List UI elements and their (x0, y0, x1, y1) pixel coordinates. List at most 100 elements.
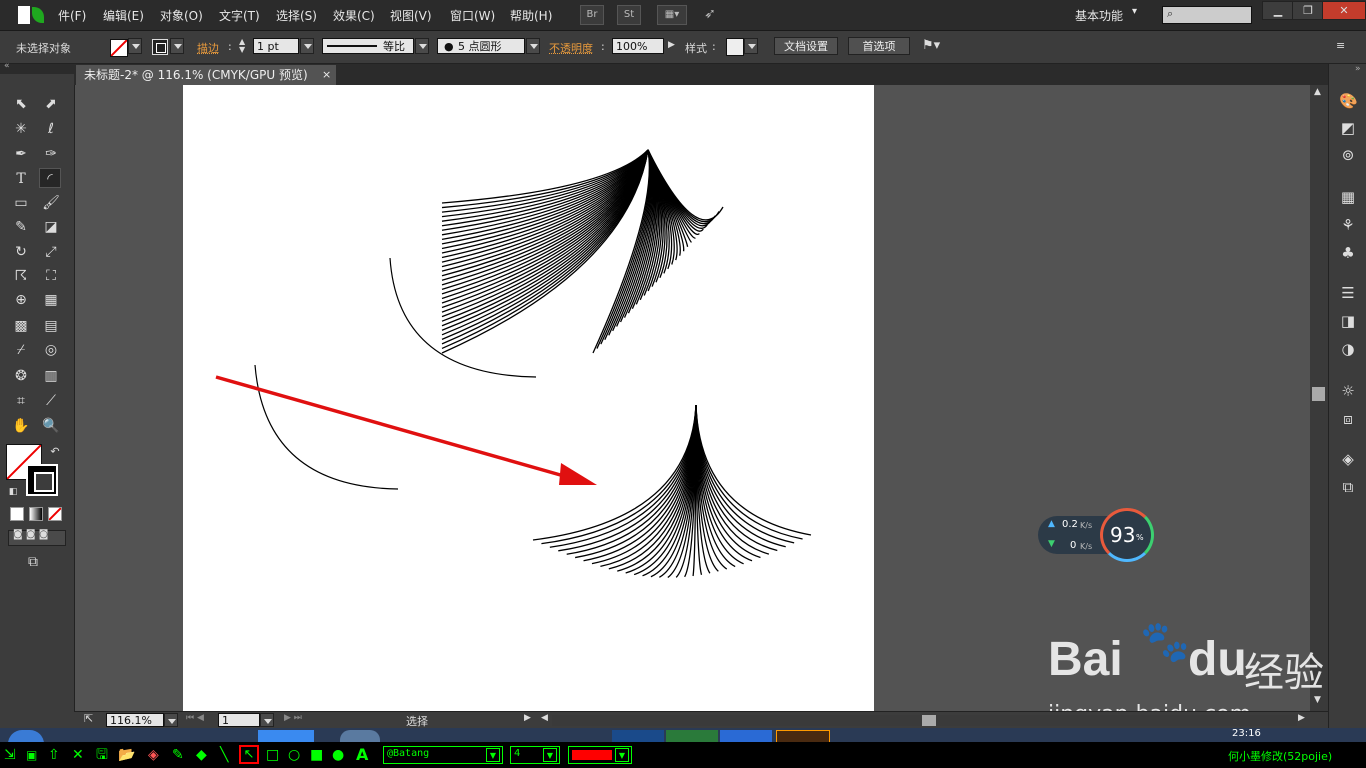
symbol-sprayer-tool-icon[interactable]: ❂ (10, 366, 32, 386)
lasso-tool-icon[interactable]: ℓ (40, 119, 62, 139)
document-tab[interactable]: 未标题-2* @ 116.1% (CMYK/GPU 预览) × (76, 65, 336, 85)
scroll-up-icon[interactable]: ▲ (1314, 87, 1321, 97)
stroke-stepper[interactable]: ▲ ▼ (239, 38, 251, 54)
opacity-label[interactable]: 不透明度 (549, 40, 593, 56)
hand-tool-icon[interactable]: ✋ (10, 416, 32, 436)
stroke-label[interactable]: 描边 (197, 40, 219, 56)
menu-object[interactable]: 对象(O) (160, 7, 203, 24)
fill-swatch[interactable] (110, 39, 128, 57)
brush-definition[interactable]: ● 5 点圆形 (437, 38, 525, 54)
blend-tool-icon[interactable]: ◎ (40, 340, 62, 360)
stroke-weight-input[interactable]: 1 pt (253, 38, 299, 54)
gradient-panel-icon[interactable]: ◨ (1339, 312, 1357, 330)
artboards-icon[interactable]: ⧉ (1339, 478, 1357, 496)
menu-window[interactable]: 窗口(W) (450, 7, 495, 24)
style-dropdown[interactable] (744, 38, 758, 54)
memory-gauge[interactable]: 93 % (1100, 508, 1154, 562)
text-tool-icon[interactable]: A (356, 746, 368, 764)
menu-file[interactable]: 件(F) (58, 7, 86, 24)
horizontal-scrollbar[interactable] (552, 715, 1297, 726)
shape-builder-tool-icon[interactable]: ⊕ (10, 290, 32, 310)
stock-button[interactable]: St (617, 5, 641, 25)
rect-filled-icon[interactable]: ■ (310, 746, 323, 764)
arc-tool-icon[interactable]: ◜ (39, 168, 61, 188)
zoom-dropdown[interactable] (164, 713, 178, 727)
size-select[interactable]: 4 ▼ (510, 746, 560, 764)
expand-panels-icon[interactable]: » (1355, 64, 1361, 74)
close-window-button[interactable]: ✕ (1322, 1, 1366, 20)
word-icon[interactable]: ▣ (26, 746, 37, 764)
open-folder-icon[interactable]: 📂 (118, 746, 135, 764)
arrow-tool-icon[interactable]: ↖ (239, 745, 259, 764)
brushes-icon[interactable]: ⚘ (1339, 216, 1357, 234)
taskbar-item[interactable] (666, 730, 718, 742)
menu-effect[interactable]: 效果(C) (333, 7, 375, 24)
arrange-docs-icon[interactable]: ▦▾ (657, 5, 687, 25)
taskbar-item[interactable] (720, 730, 772, 742)
minimize-button[interactable]: ▁ (1262, 1, 1294, 20)
swatches-icon[interactable]: ▦ (1339, 188, 1357, 206)
rocket-icon[interactable]: ➶ (699, 5, 721, 23)
gradient-mode-icon[interactable] (29, 507, 43, 521)
align-options-icon[interactable]: ⚑▾ (922, 38, 940, 53)
menu-select[interactable]: 选择(S) (276, 7, 317, 24)
taskbar-item[interactable] (340, 730, 380, 742)
draw-mode-buttons[interactable]: ◙ ◙ ◙ (8, 530, 66, 546)
artboard-tool-icon[interactable]: ⌗ (10, 391, 32, 411)
panel-menu-icon[interactable]: ≡ (1336, 39, 1345, 52)
transparency-icon[interactable]: ◑ (1339, 340, 1357, 358)
first-page-icon[interactable]: ⏮ ◀ (186, 713, 204, 723)
workspace-chevron-icon[interactable]: ▾ (1132, 6, 1137, 17)
layers-icon[interactable]: ◈ (1339, 450, 1357, 468)
artboard-number-input[interactable]: 1 (218, 713, 260, 727)
opacity-slider-arrow-icon[interactable]: ▶ (668, 40, 675, 50)
color-mode-icon[interactable] (10, 507, 24, 521)
tab-close-icon[interactable]: × (322, 65, 331, 85)
eyedropper-tool-icon[interactable]: ⌿ (10, 340, 32, 360)
maximize-button[interactable]: ❐ (1292, 1, 1324, 20)
default-colors-icon[interactable]: ◧ (2, 482, 24, 502)
scale-tool-icon[interactable]: ⤢ (40, 242, 62, 262)
direct-selection-tool-icon[interactable]: ⬈ (40, 94, 62, 114)
eraser-tool-icon[interactable]: ◪ (40, 217, 62, 237)
none-mode-icon[interactable] (48, 507, 62, 521)
graphic-styles-icon[interactable]: ⧈ (1339, 410, 1357, 428)
swap-colors-icon[interactable]: ↶ (44, 442, 66, 462)
zoom-input[interactable]: 116.1% (106, 713, 164, 727)
line-icon[interactable]: ╲ (220, 746, 228, 764)
taskbar-item[interactable] (258, 730, 314, 742)
zoom-tool-icon[interactable]: 🔍 (40, 416, 62, 436)
hscroll-right-icon[interactable]: ▶ (1298, 713, 1305, 723)
opacity-input[interactable]: 100% (612, 38, 664, 54)
stroke-color-box[interactable] (26, 464, 58, 496)
next-page-icon[interactable]: ▶ ⏭ (284, 713, 302, 723)
hscroll-left-icon[interactable]: ◀ (541, 713, 548, 723)
profile-dropdown[interactable] (415, 38, 429, 54)
stroke-weight-dropdown[interactable] (300, 38, 314, 54)
type-tool-icon[interactable]: T (10, 169, 32, 189)
symbols-icon[interactable]: ♣ (1339, 244, 1357, 262)
status-menu-arrow-icon[interactable]: ▶ (524, 713, 531, 723)
color-guide-icon[interactable]: ◩ (1339, 119, 1357, 137)
color-select[interactable]: ▼ (568, 746, 632, 764)
ellipse-outline-icon[interactable]: ○ (288, 746, 300, 764)
pencil-icon[interactable]: ✎ (172, 746, 184, 764)
ellipse-filled-icon[interactable]: ● (332, 746, 344, 764)
stroke-dropdown[interactable] (170, 38, 184, 54)
gradient-tool-icon[interactable]: ▤ (40, 316, 62, 336)
rectangle-tool-icon[interactable]: ▭ (10, 193, 32, 213)
color-panel-icon[interactable]: 🎨 (1339, 92, 1357, 110)
selection-tool-icon[interactable]: ⬉ (10, 94, 32, 114)
search-input[interactable]: ⌕ (1162, 6, 1252, 24)
magic-wand-tool-icon[interactable]: ✳ (10, 119, 32, 139)
menu-type[interactable]: 文字(T) (219, 7, 260, 24)
marker-icon[interactable]: ◆ (196, 746, 207, 764)
column-graph-tool-icon[interactable]: ▥ (40, 366, 62, 386)
pen-tool-icon[interactable]: ✒ (10, 144, 32, 164)
eraser-icon[interactable]: ◈ (148, 746, 159, 764)
free-transform-tool-icon[interactable]: ⛶ (40, 266, 62, 286)
brush-dropdown[interactable] (526, 38, 540, 54)
fill-dropdown[interactable] (128, 38, 142, 54)
rotate-tool-icon[interactable]: ↻ (10, 242, 32, 262)
current-tool-status[interactable]: 选择 (406, 713, 428, 729)
